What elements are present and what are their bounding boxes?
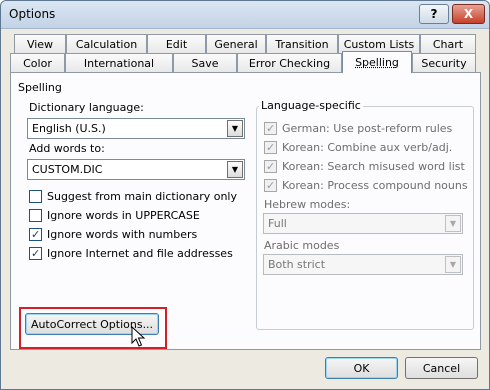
options-dialog: Options ? X View Calculation Edit Genera…: [0, 0, 490, 390]
tab-color[interactable]: Color: [10, 53, 65, 72]
ok-button[interactable]: OK: [325, 357, 398, 379]
close-button[interactable]: X: [452, 4, 485, 24]
cancel-button[interactable]: Cancel: [405, 357, 478, 379]
german-post-reform-checkbox[interactable]: German: Use post-reform rules: [264, 122, 452, 135]
checkbox-box[interactable]: [29, 247, 42, 260]
chevron-down-icon[interactable]: ▼: [227, 120, 243, 137]
add-words-select[interactable]: CUSTOM.DIC ▼: [27, 159, 245, 180]
korean-combine-aux-checkbox[interactable]: Korean: Combine aux verb/adj.: [264, 141, 452, 154]
tab-chart[interactable]: Chart: [420, 34, 476, 53]
checkbox-box[interactable]: [264, 179, 277, 192]
ignore-internet-checkbox[interactable]: Ignore Internet and file addresses: [29, 247, 233, 260]
tab-general[interactable]: General: [206, 34, 266, 53]
add-words-label: Add words to:: [29, 142, 105, 155]
tab-security[interactable]: Security: [412, 53, 476, 72]
dictionary-language-value: English (U.S.): [32, 122, 106, 135]
chevron-down-icon[interactable]: ▼: [227, 161, 243, 178]
arabic-modes-select[interactable]: Both strict ▼: [263, 254, 463, 275]
tab-error-checking[interactable]: Error Checking: [237, 53, 342, 72]
checkbox-box[interactable]: [264, 160, 277, 173]
korean-compound-nouns-checkbox[interactable]: Korean: Process compound nouns: [264, 179, 468, 192]
ignore-uppercase-checkbox[interactable]: Ignore words in UPPERCASE: [29, 209, 200, 222]
tab-save[interactable]: Save: [173, 53, 237, 72]
window-title: Options: [9, 7, 56, 21]
checkbox-box[interactable]: [29, 228, 42, 241]
checkbox-box[interactable]: [29, 209, 42, 222]
tab-spelling[interactable]: Spelling: [342, 51, 412, 73]
tab-calculation[interactable]: Calculation: [66, 34, 147, 53]
tab-view[interactable]: View: [14, 34, 66, 53]
mouse-cursor-icon: [131, 326, 146, 347]
hebrew-modes-label: Hebrew modes:: [264, 198, 351, 211]
hebrew-modes-select[interactable]: Full ▼: [263, 213, 463, 234]
title-bar: Options ? X: [1, 1, 489, 29]
checkbox-box[interactable]: [264, 141, 277, 154]
chevron-down-icon[interactable]: ▼: [445, 256, 461, 273]
arabic-modes-value: Both strict: [268, 258, 326, 271]
korean-misused-words-checkbox[interactable]: Korean: Search misused word list: [264, 160, 465, 173]
arabic-modes-label: Arabic modes: [264, 239, 340, 252]
add-words-value: CUSTOM.DIC: [32, 163, 103, 176]
ignore-numbers-checkbox[interactable]: Ignore words with numbers: [29, 228, 197, 241]
help-button[interactable]: ?: [419, 4, 449, 24]
section-title: Spelling: [18, 81, 62, 94]
dictionary-language-select[interactable]: English (U.S.) ▼: [27, 118, 245, 139]
checkbox-box[interactable]: [264, 122, 277, 135]
suggest-main-dictionary-checkbox[interactable]: Suggest from main dictionary only: [29, 190, 237, 203]
hebrew-modes-value: Full: [268, 217, 287, 230]
chevron-down-icon[interactable]: ▼: [445, 215, 461, 232]
help-icon: ?: [430, 7, 438, 21]
close-icon: X: [463, 7, 474, 21]
dictionary-language-label: Dictionary language:: [29, 101, 144, 114]
checkbox-box[interactable]: [29, 190, 42, 203]
tab-transition[interactable]: Transition: [266, 34, 338, 53]
tab-international[interactable]: International: [65, 53, 173, 72]
language-specific-title: Language-specific: [259, 99, 363, 112]
tab-edit[interactable]: Edit: [147, 34, 206, 53]
